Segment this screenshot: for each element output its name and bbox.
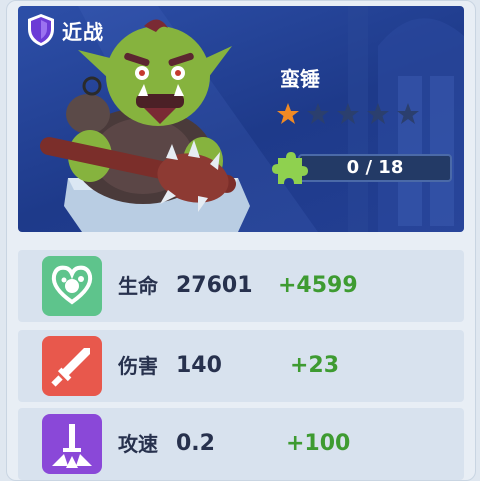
stat-bonus: +23 (290, 353, 340, 378)
stat-bonus: +4599 (278, 273, 358, 298)
shard-progress-text: 0 / 18 (346, 157, 404, 178)
stat-value: 140 (176, 353, 222, 378)
puzzle-icon (272, 152, 308, 184)
stat-row-attack-speed: 攻速 0.2 +100 (18, 408, 464, 480)
stat-label: 伤害 (118, 354, 158, 378)
shard-progress: 0 / 18 (272, 150, 458, 186)
star-filled-icon (277, 103, 299, 124)
stat-row-damage: 伤害 140 +23 (18, 330, 464, 402)
star-rating (276, 102, 420, 126)
unit-name: 蛮锤 (280, 67, 320, 91)
attack-speed-icon (42, 414, 102, 474)
star-empty-icon (397, 103, 419, 124)
unit-class-badge: 近战 (26, 12, 104, 48)
sword-icon (42, 336, 102, 396)
stat-label: 生命 (118, 274, 158, 298)
star-empty-icon (307, 103, 329, 124)
heart-icon (42, 256, 102, 316)
stat-row-health: 生命 27601 +4599 (18, 250, 464, 322)
star-empty-icon (337, 103, 359, 124)
stat-label: 攻速 (118, 432, 158, 456)
unit-portrait-card: 近战 蛮锤 0 / 18 (18, 6, 464, 232)
unit-class-label: 近战 (62, 19, 104, 44)
stat-bonus: +100 (286, 431, 351, 456)
stat-value: 27601 (176, 273, 253, 298)
star-empty-icon (367, 103, 389, 124)
shield-icon (28, 14, 54, 46)
shard-progress-bar: 0 / 18 (298, 154, 452, 182)
stat-value: 0.2 (176, 431, 215, 456)
